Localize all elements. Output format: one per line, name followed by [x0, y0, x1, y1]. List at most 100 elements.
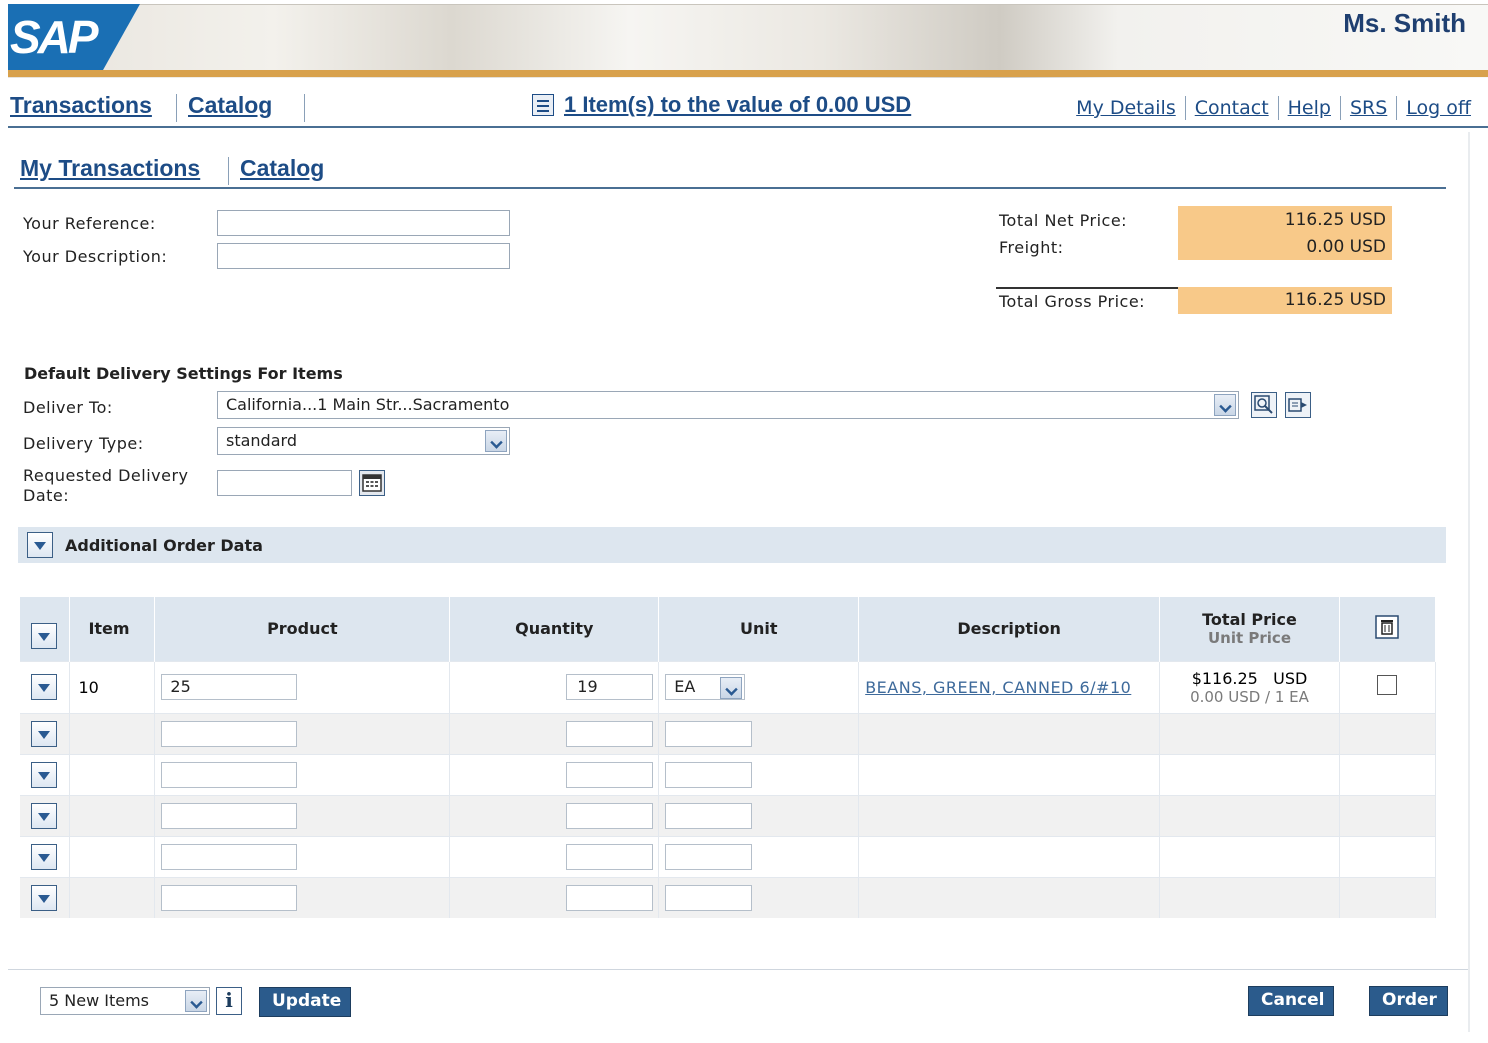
- unit-input[interactable]: [665, 761, 753, 788]
- unit-input[interactable]: [665, 884, 753, 911]
- quantity-cell: [449, 835, 660, 877]
- row-expand-icon[interactable]: [31, 884, 57, 911]
- delivery-type-select[interactable]: standard: [217, 427, 510, 455]
- quantity-input[interactable]: [566, 843, 654, 870]
- dropdown-icon[interactable]: [185, 990, 207, 1012]
- unit-input[interactable]: [665, 843, 753, 870]
- requested-delivery-date-input[interactable]: [217, 470, 352, 496]
- header-item[interactable]: Item: [69, 597, 156, 661]
- quantity-input[interactable]: [566, 884, 654, 911]
- item-number: [69, 794, 156, 836]
- row-expand-icon[interactable]: [31, 761, 57, 788]
- nav-catalog[interactable]: Catalog: [188, 92, 272, 119]
- header-price[interactable]: Total Price Unit Price: [1159, 597, 1340, 661]
- tab-my-transactions[interactable]: My Transactions: [20, 155, 200, 182]
- new-items-select[interactable]: 5 New Items: [40, 987, 210, 1015]
- row-select-checkbox[interactable]: [1377, 675, 1398, 695]
- order-button[interactable]: Order: [1369, 986, 1448, 1016]
- unit-value: EA: [674, 677, 696, 696]
- link-contact[interactable]: Contact: [1184, 96, 1278, 120]
- total-gross-amount: 116.25: [1284, 290, 1345, 310]
- search-address-icon[interactable]: [1251, 392, 1277, 418]
- delivery-section-title: Default Delivery Settings For Items: [24, 364, 343, 383]
- row-expand-icon[interactable]: [31, 843, 57, 870]
- tab-catalog[interactable]: Catalog: [240, 155, 324, 182]
- quantity-input[interactable]: [566, 720, 654, 747]
- unit-input[interactable]: [665, 720, 753, 747]
- row-expand-cell: [20, 660, 71, 713]
- total-net-price-value: 116.25 USD: [1285, 210, 1386, 230]
- select-cell: [1339, 876, 1437, 918]
- product-input[interactable]: [161, 720, 298, 747]
- unit-cell: [658, 835, 860, 877]
- row-expand-icon[interactable]: [31, 673, 57, 700]
- description-cell: BEANS, GREEN, CANNED 6/#10: [858, 660, 1161, 713]
- price-cell: $116.25 USD 0.00 USD / 1 EA: [1159, 660, 1340, 713]
- cart-icon[interactable]: [532, 94, 554, 116]
- cart-summary-link[interactable]: 1 Item(s) to the value of 0.00 USD: [564, 92, 911, 118]
- unit-select[interactable]: EA: [665, 674, 746, 700]
- quantity-cell: [449, 712, 660, 754]
- select-cell: [1339, 835, 1437, 877]
- header-product[interactable]: Product: [154, 597, 451, 661]
- calendar-icon[interactable]: [359, 470, 385, 496]
- info-icon[interactable]: i: [216, 987, 242, 1015]
- expand-icon[interactable]: [27, 532, 53, 558]
- table-row: 10 25 19 EA BEANS, GREEN, CANNED 6/#10 $…: [20, 660, 1437, 713]
- unit-input[interactable]: [665, 802, 753, 829]
- quantity-input[interactable]: 19: [566, 674, 654, 700]
- additional-order-data-bar[interactable]: Additional Order Data: [18, 527, 1446, 563]
- dropdown-icon[interactable]: [1214, 394, 1236, 416]
- header-unit[interactable]: Unit: [658, 597, 860, 661]
- nav-transactions[interactable]: Transactions: [10, 92, 152, 119]
- link-my-details[interactable]: My Details: [1067, 96, 1185, 120]
- expand-all-icon[interactable]: [31, 623, 57, 649]
- gross-price-box: 116.25 USD: [1178, 287, 1392, 314]
- quantity-cell: [449, 753, 660, 795]
- description-link[interactable]: BEANS, GREEN, CANNED 6/#10: [865, 678, 1131, 697]
- header-delete: [1339, 597, 1437, 661]
- dropdown-icon[interactable]: [720, 677, 743, 699]
- link-help[interactable]: Help: [1277, 96, 1340, 120]
- price-cell: [1159, 876, 1340, 918]
- product-input[interactable]: [161, 884, 298, 911]
- row-expand-cell: [20, 835, 71, 877]
- your-description-input[interactable]: [217, 243, 510, 269]
- link-log-off[interactable]: Log off: [1396, 96, 1480, 120]
- dropdown-icon[interactable]: [485, 430, 507, 452]
- row-expand-icon[interactable]: [31, 720, 57, 747]
- select-cell: [1339, 753, 1437, 795]
- new-items-value: 5 New Items: [49, 991, 150, 1010]
- row-expand-cell: [20, 794, 71, 836]
- quantity-input[interactable]: [566, 802, 654, 829]
- sub-navigation: My Transactions Catalog: [14, 155, 1446, 189]
- table-row: [20, 753, 1437, 795]
- row-expand-icon[interactable]: [31, 802, 57, 829]
- requested-date-label-line2: Date:: [23, 486, 70, 505]
- cart-summary[interactable]: 1 Item(s) to the value of 0.00 USD: [532, 92, 911, 118]
- freight-label: Freight:: [999, 238, 1064, 257]
- total-gross-price-value: 116.25 USD: [1285, 290, 1386, 310]
- row-expand-cell: [20, 753, 71, 795]
- cancel-button[interactable]: Cancel: [1248, 986, 1334, 1016]
- product-cell: [154, 835, 451, 877]
- total-gross-price-label: Total Gross Price:: [999, 292, 1146, 311]
- your-reference-input[interactable]: [217, 210, 510, 236]
- total-gross-currency: USD: [1349, 290, 1386, 310]
- total-net-currency: USD: [1349, 210, 1386, 230]
- product-input[interactable]: 25: [161, 674, 298, 700]
- product-cell: [154, 753, 451, 795]
- header-description[interactable]: Description: [858, 597, 1161, 661]
- price-cell: [1159, 753, 1340, 795]
- table-row: [20, 712, 1437, 754]
- product-input[interactable]: [161, 843, 298, 870]
- quantity-input[interactable]: [566, 761, 654, 788]
- delete-icon[interactable]: [1374, 614, 1400, 640]
- edit-address-icon[interactable]: [1285, 392, 1311, 418]
- link-srs[interactable]: SRS: [1339, 96, 1396, 120]
- update-button[interactable]: Update: [259, 987, 351, 1017]
- product-input[interactable]: [161, 802, 298, 829]
- header-quantity[interactable]: Quantity: [449, 597, 660, 661]
- deliver-to-select[interactable]: California...1 Main Str...Sacramento: [217, 391, 1239, 419]
- product-input[interactable]: [161, 761, 298, 788]
